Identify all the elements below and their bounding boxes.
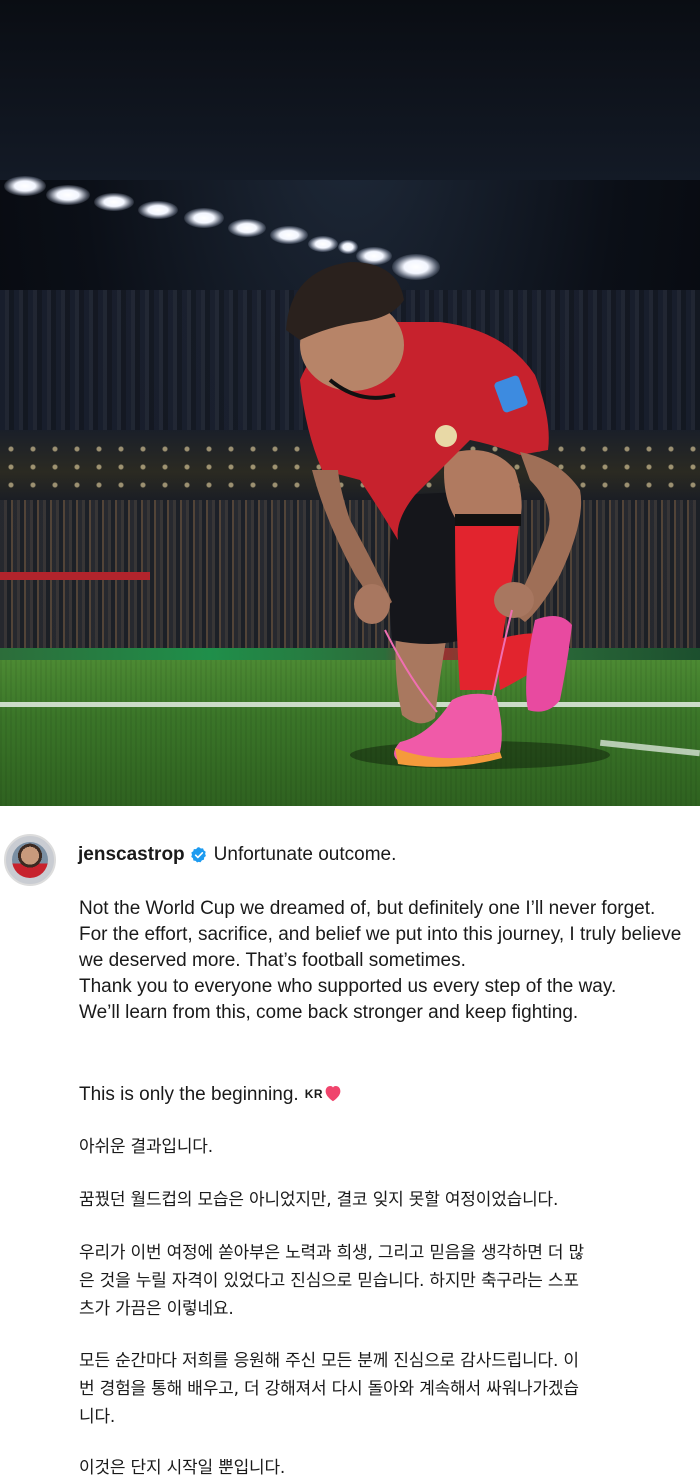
jersey-crest	[435, 425, 457, 447]
player-back-boot	[526, 616, 572, 712]
caption-korean-closing: 이것은 단지 시작일 뿐입니다.	[79, 1458, 286, 1478]
caption-korean-paragraph-4: 모든 순간마다 저희를 응원해 주신 모든 분께 진심으로 감사드립니다. 이 …	[79, 1351, 579, 1427]
verified-badge-icon	[190, 847, 206, 863]
player-figure	[286, 262, 610, 769]
profile-avatar[interactable]	[4, 834, 56, 886]
username-link[interactable]: jenscastrop	[78, 844, 185, 866]
player-left-hand	[354, 584, 390, 624]
caption-korean-paragraph-3: 우리가 이번 여정에 쏟아부은 노력과 희생, 그리고 믿음을 생각하면 더 많…	[79, 1243, 585, 1319]
player-sock-band	[455, 514, 521, 526]
caption-korean-line-1: 아쉬운 결과입니다.	[79, 1137, 213, 1157]
caption-korean-line-2: 꿈꿨던 월드컵의 모습은 아니었지만, 결코 잊지 못할 여정이었습니다.	[79, 1190, 559, 1210]
avatar-image	[12, 842, 48, 878]
caption-english-body: Not the World Cup we dreamed of, but def…	[79, 898, 682, 1023]
caption-first-line: Unfortunate outcome.	[213, 844, 397, 865]
player-right-hand	[494, 582, 534, 618]
closing-text: This is only the beginning.	[79, 1084, 299, 1105]
post-photo[interactable]	[0, 0, 700, 806]
caption-english-closing: This is only the beginning. KR	[79, 1081, 691, 1108]
pink-heart-icon	[325, 1086, 341, 1102]
caption-header: jenscastrop Unfortunate outcome.	[78, 842, 396, 868]
flag-kr-icon: KR	[304, 1087, 324, 1101]
player-front-thigh	[444, 450, 522, 525]
